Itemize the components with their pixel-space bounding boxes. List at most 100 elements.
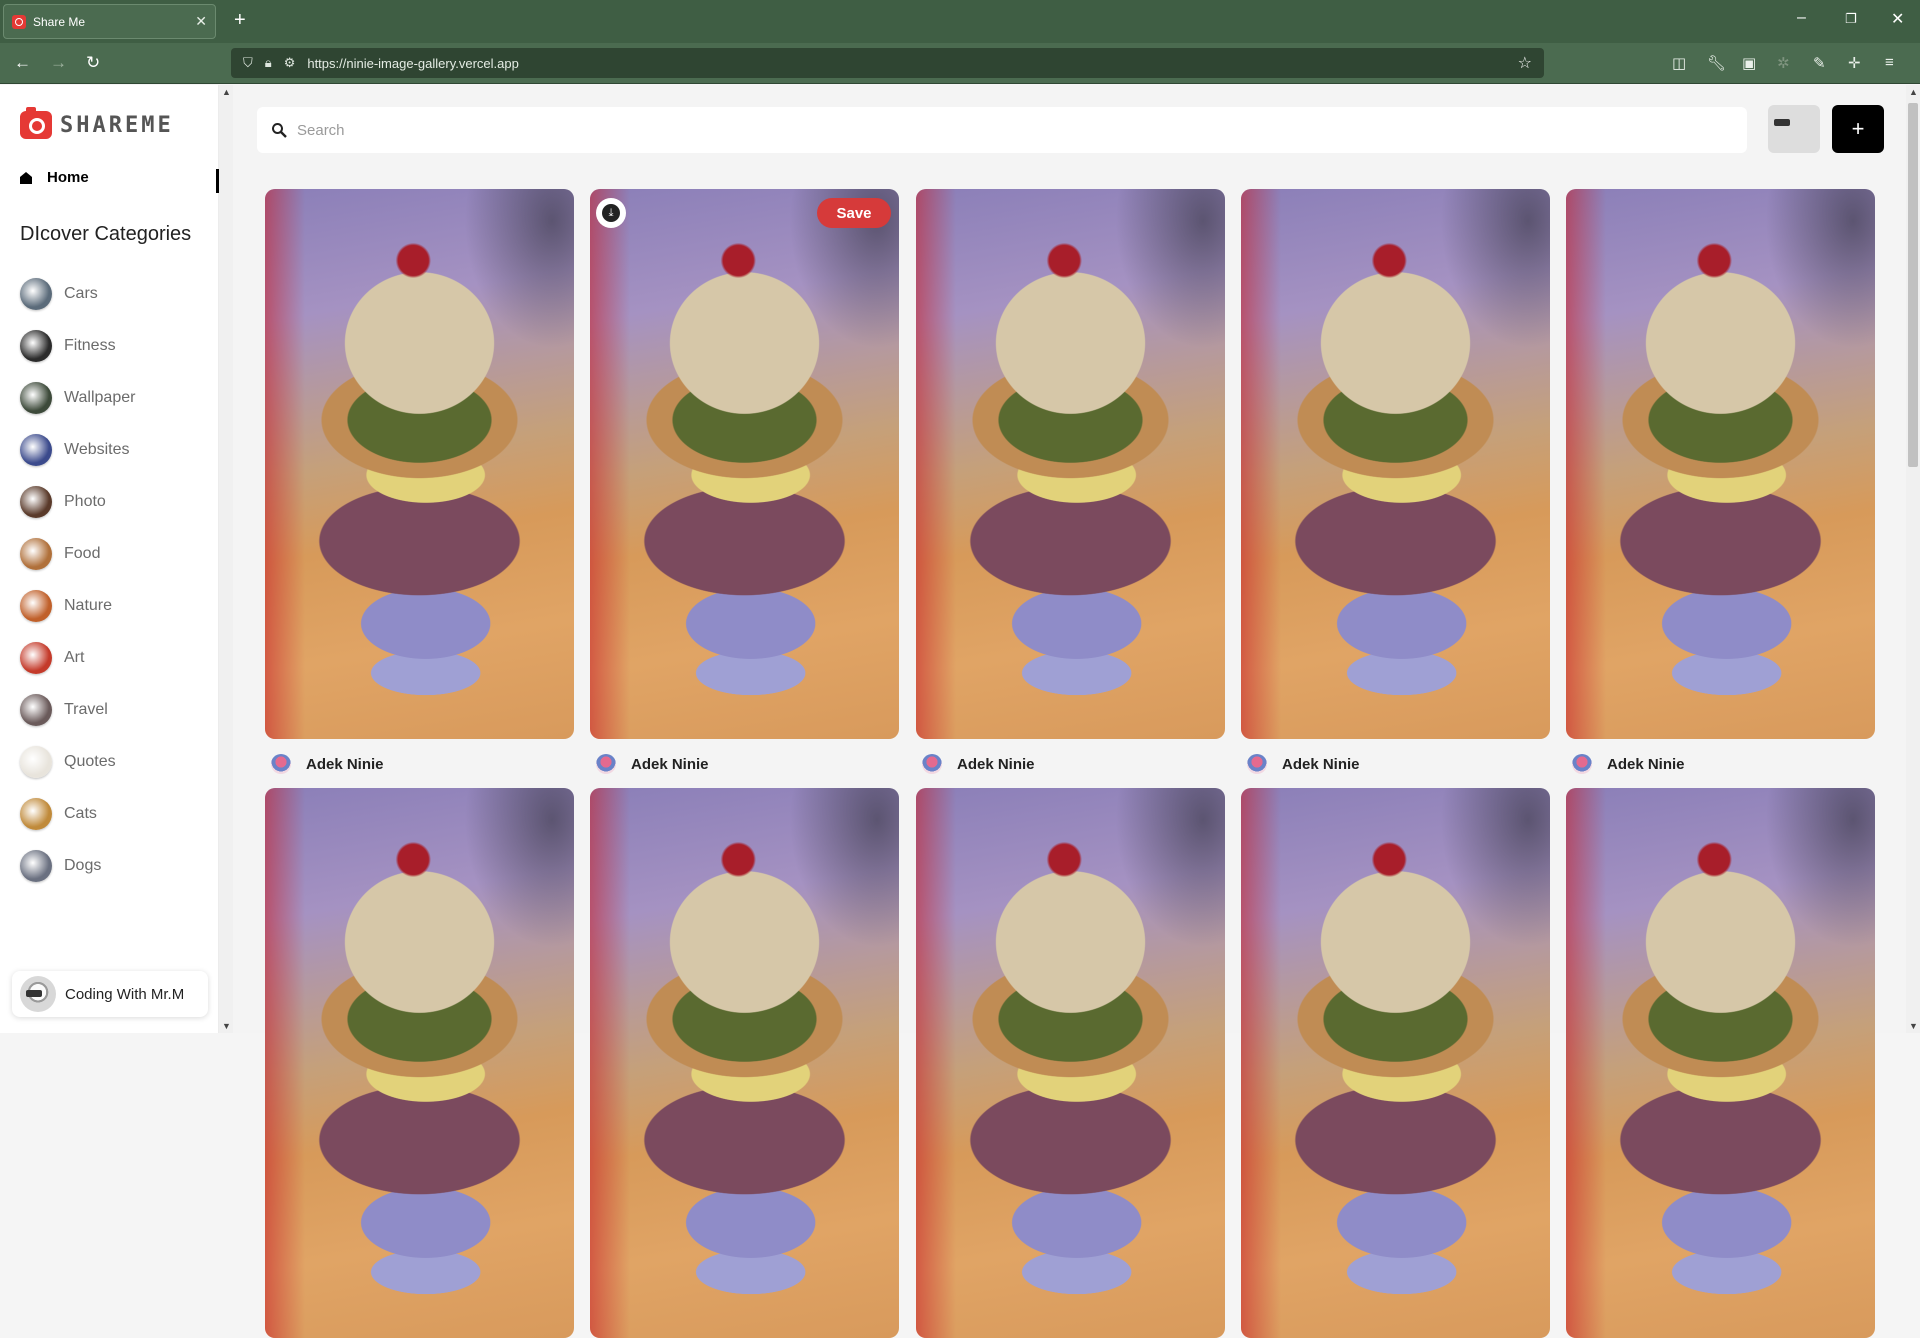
category-thumbnail: [20, 486, 52, 518]
sidebar-item-art[interactable]: Art: [20, 632, 135, 684]
pin-author-link[interactable]: Adek Ninie: [1566, 749, 1875, 779]
sidebar-item-photo[interactable]: Photo: [20, 476, 135, 528]
scroll-up-icon[interactable]: ▲: [222, 87, 231, 97]
category-label: Cats: [64, 805, 97, 822]
browser-nav-bar: ← → ↻ ⛉ 🔒︎ ⚙ https://ninie-image-gallery…: [0, 43, 1920, 84]
page-scrollbar[interactable]: ▲ ▼: [1906, 85, 1920, 1033]
category-label: Websites: [64, 441, 130, 458]
pin-image[interactable]: [265, 788, 574, 1338]
minimize-window-button[interactable]: –: [1797, 9, 1806, 27]
category-list: Cars Fitness Wallpaper Websites Photo Fo…: [20, 268, 135, 892]
category-label: Nature: [64, 597, 113, 614]
search-input[interactable]: [297, 121, 1697, 139]
category-label: Food: [64, 545, 101, 562]
sidebar-item-home[interactable]: Home: [20, 169, 89, 186]
category-label: Wallpaper: [64, 389, 136, 406]
extension-icon[interactable]: ▣: [1742, 54, 1756, 72]
browser-tab-bar: Share Me ✕ + – ❐ ✕: [0, 0, 1920, 43]
sidebar-item-fitness[interactable]: Fitness: [20, 320, 135, 372]
pin-author-link[interactable]: Adek Ninie: [265, 749, 574, 779]
pin-image[interactable]: [1241, 189, 1550, 739]
address-bar[interactable]: ⛉ 🔒︎ ⚙ https://ninie-image-gallery.verce…: [231, 48, 1544, 78]
sidebar: SHAREME Home DIcover Categories Cars Fit…: [0, 85, 219, 1033]
scroll-down-icon[interactable]: ▼: [222, 1021, 231, 1031]
profile-name: Coding With Mr.M: [65, 985, 185, 1003]
pin-image[interactable]: [590, 788, 899, 1338]
pin-author-link[interactable]: Adek Ninie: [916, 749, 1225, 779]
category-thumbnail: [20, 746, 52, 778]
sidebar-scrollbar[interactable]: ▲ ▼: [219, 85, 233, 1033]
wrench-icon[interactable]: 🔧︎: [1707, 54, 1726, 72]
url-text[interactable]: https://ninie-image-gallery.vercel.app: [307, 56, 518, 71]
back-icon[interactable]: ←: [14, 53, 31, 73]
close-window-button[interactable]: ✕: [1891, 9, 1904, 29]
bookmark-star-icon[interactable]: ☆: [1518, 53, 1532, 73]
category-label: Fitness: [64, 337, 116, 354]
sidebar-item-quotes[interactable]: Quotes: [20, 736, 135, 788]
sidebar-item-food[interactable]: Food: [20, 528, 135, 580]
lock-icon[interactable]: 🔒︎: [265, 55, 272, 71]
home-icon: [20, 171, 32, 184]
pin-image[interactable]: ⤓ Save: [590, 189, 899, 739]
sidebar-item-websites[interactable]: Websites: [20, 424, 135, 476]
crosshair-icon[interactable]: ✛: [1848, 54, 1861, 72]
sidebar-item-wallpaper[interactable]: Wallpaper: [20, 372, 135, 424]
pin-card[interactable]: Adek Ninie: [1566, 189, 1875, 779]
pin-image[interactable]: [1566, 189, 1875, 739]
pin-image[interactable]: [1241, 788, 1550, 1338]
pin-author-link[interactable]: Adek Ninie: [590, 749, 899, 779]
pin-author-link[interactable]: Adek Ninie: [1241, 749, 1550, 779]
pin-image[interactable]: [916, 189, 1225, 739]
menu-icon[interactable]: ≡: [1885, 54, 1894, 71]
category-thumbnail: [20, 278, 52, 310]
tab-title: Share Me: [33, 14, 86, 29]
new-tab-button[interactable]: +: [234, 10, 246, 30]
search-bar[interactable]: [257, 107, 1747, 153]
pin-image[interactable]: [1566, 788, 1875, 1338]
download-button[interactable]: ⤓: [596, 198, 626, 228]
pin-card[interactable]: Adek Ninie: [1241, 189, 1550, 779]
author-avatar: [922, 754, 942, 774]
search-icon: [272, 123, 287, 138]
category-label: Art: [64, 649, 85, 666]
extension-icon-2[interactable]: ✲: [1777, 54, 1790, 72]
pin-card[interactable]: [1241, 788, 1550, 1338]
category-thumbnail: [20, 434, 52, 466]
sidebar-item-travel[interactable]: Travel: [20, 684, 135, 736]
scroll-down-icon[interactable]: ▼: [1909, 1021, 1918, 1031]
category-thumbnail: [20, 798, 52, 830]
pocket-icon[interactable]: ◫: [1672, 54, 1686, 72]
pin-card[interactable]: [265, 788, 574, 1338]
avatar: [20, 976, 56, 1012]
save-button[interactable]: Save: [817, 198, 891, 228]
pin-card[interactable]: [590, 788, 899, 1338]
create-pin-button[interactable]: +: [1832, 105, 1884, 153]
reload-icon[interactable]: ↻: [86, 53, 100, 73]
scrollbar-thumb[interactable]: [1908, 103, 1918, 467]
pin-card[interactable]: Adek Ninie: [265, 189, 574, 779]
scroll-up-icon[interactable]: ▲: [1909, 87, 1918, 97]
sidebar-item-dogs[interactable]: Dogs: [20, 840, 135, 892]
restore-window-button[interactable]: ❐: [1845, 11, 1857, 27]
forward-icon[interactable]: →: [50, 53, 67, 73]
shield-icon[interactable]: ⛉: [243, 55, 253, 71]
pin-image[interactable]: [916, 788, 1225, 1338]
sidebar-item-cars[interactable]: Cars: [20, 268, 135, 320]
pin-card[interactable]: [916, 788, 1225, 1338]
pin-card[interactable]: [1566, 788, 1875, 1338]
permissions-icon[interactable]: ⚙: [284, 55, 296, 71]
sidebar-item-nature[interactable]: Nature: [20, 580, 135, 632]
pin-card-hovered[interactable]: ⤓ Save Adek Ninie: [590, 189, 899, 779]
eyedropper-icon[interactable]: ✎: [1813, 54, 1826, 72]
pin-author-name: Adek Ninie: [306, 755, 384, 773]
categories-heading: DIcover Categories: [20, 223, 192, 245]
app-logo[interactable]: SHAREME: [20, 107, 174, 139]
browser-tab[interactable]: Share Me ✕: [3, 4, 216, 39]
category-thumbnail: [20, 538, 52, 570]
close-tab-icon[interactable]: ✕: [195, 13, 207, 30]
pin-card[interactable]: Adek Ninie: [916, 189, 1225, 779]
user-profile-link[interactable]: Coding With Mr.M: [12, 971, 208, 1017]
pin-image[interactable]: [265, 189, 574, 739]
user-avatar-button[interactable]: [1768, 105, 1820, 153]
sidebar-item-cats[interactable]: Cats: [20, 788, 135, 840]
